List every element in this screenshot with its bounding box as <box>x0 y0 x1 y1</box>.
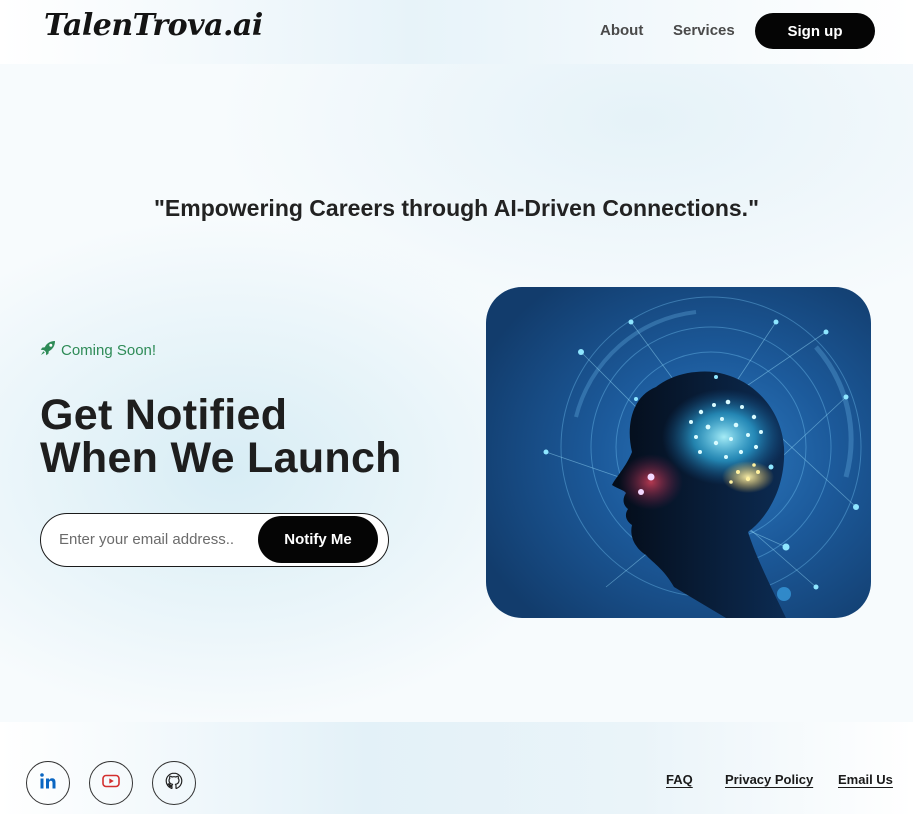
linkedin-link[interactable] <box>26 761 70 805</box>
nav-about-link[interactable]: About <box>600 22 643 39</box>
logo[interactable]: TalenTrova.ai <box>44 8 263 43</box>
email-input[interactable] <box>59 514 254 565</box>
footer-privacy-policy-link[interactable]: Privacy Policy <box>725 772 813 787</box>
signup-button[interactable]: Sign up <box>755 13 875 49</box>
footer-email-us-link[interactable]: Email Us <box>838 772 893 787</box>
youtube-link[interactable] <box>89 761 133 805</box>
notify-form: Notify Me <box>40 513 389 567</box>
ai-brain-head-illustration <box>543 296 862 618</box>
nav-services-link[interactable]: Services <box>673 22 735 39</box>
headline-line-1: Get Notified <box>40 391 288 439</box>
footer-faq-link[interactable]: FAQ <box>666 772 693 787</box>
coming-soon-badge: Coming Soon! <box>40 340 156 360</box>
coming-soon-text: Coming Soon! <box>61 341 157 359</box>
github-icon <box>165 772 183 795</box>
tagline: "Empowering Careers through AI-Driven Co… <box>154 195 759 221</box>
hero-image <box>486 287 871 618</box>
notify-me-button[interactable]: Notify Me <box>258 516 378 563</box>
youtube-icon <box>102 772 120 795</box>
page: TalenTrova.ai About Services Sign up "Em… <box>0 0 913 814</box>
rocket-icon <box>40 340 56 360</box>
footer <box>0 722 913 814</box>
linkedin-icon <box>39 772 57 795</box>
headline-line-2: When We Launch <box>40 434 402 482</box>
header: TalenTrova.ai About Services Sign up <box>0 0 913 64</box>
github-link[interactable] <box>152 761 196 805</box>
headline: Get Notified When We Launch <box>40 394 402 480</box>
